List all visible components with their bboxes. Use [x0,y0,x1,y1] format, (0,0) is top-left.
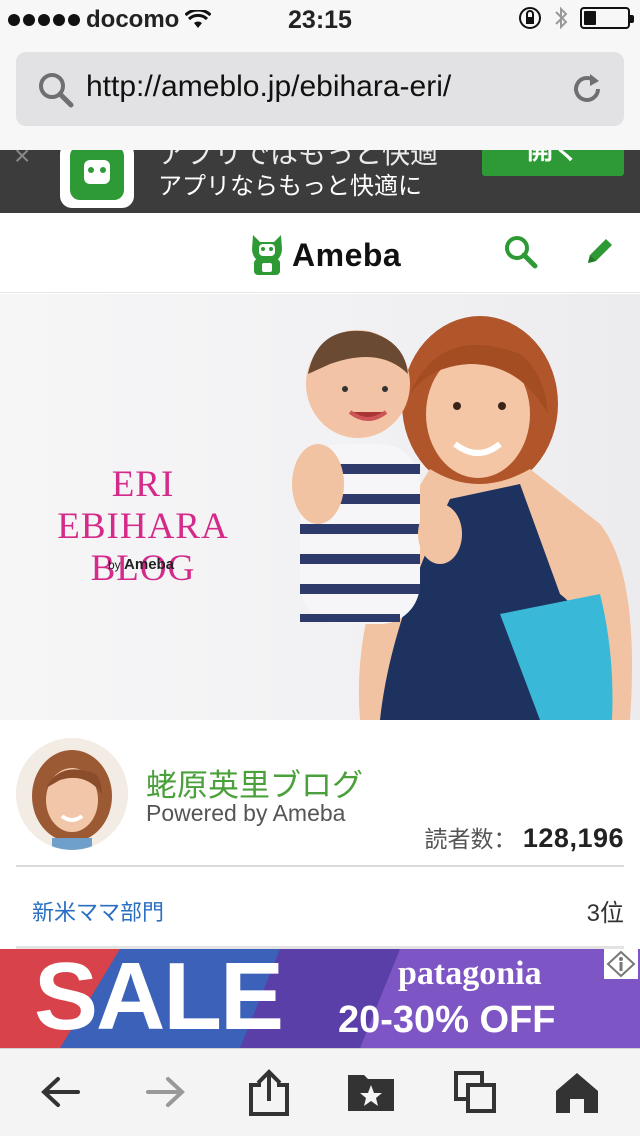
hero-byline: by Ameba [108,556,174,573]
bookmarks-icon[interactable] [346,1069,396,1115]
avatar[interactable] [16,738,128,850]
search-icon [39,73,74,108]
open-app-button[interactable]: 開く [482,150,624,176]
ranking-row[interactable]: 新米ママ部門 3位 [0,867,640,947]
app-banner-subtext: アプリならもっと快適に [158,173,422,200]
advertisement-banner[interactable]: SALE patagonia 20-30% OFF [0,949,640,1048]
hero-title-line1: ERI EBIHARA [57,464,229,547]
battery-icon [580,7,634,29]
blog-header-image: ERI EBIHARA BLOG by Ameba [0,294,640,720]
powered-by-text: Powered by Ameba [146,800,346,826]
ad-sale-text: SALE [34,949,284,1048]
address-bar[interactable]: http://ameblo.jp/ebihara-eri/ [16,52,624,126]
readers-value: 128,196 [522,823,624,853]
orientation-lock-icon [519,7,541,29]
hero-by-prefix: by [108,558,121,572]
site-header: Ameba [0,213,640,293]
forward-icon[interactable] [142,1069,188,1115]
ad-info-icon[interactable] [604,949,638,979]
share-icon[interactable] [246,1069,292,1117]
search-icon[interactable] [504,235,538,269]
close-icon[interactable]: × [14,150,30,172]
tabs-icon[interactable] [452,1069,498,1115]
bluetooth-icon [555,6,568,30]
app-icon [60,150,134,208]
home-icon[interactable] [554,1069,600,1115]
blog-profile: 蛯原英里ブログ Powered by Ameba 読者数： 128,196 [0,720,640,866]
ad-discount: 20-30% OFF [338,999,556,1041]
back-icon[interactable] [38,1069,84,1115]
status-bar: docomo 23:15 [0,0,640,40]
hero-by-brand: Ameba [124,556,175,573]
browser-address-area: http://ameblo.jp/ebihara-eri/ [0,40,640,150]
status-icons [518,6,634,30]
ameba-bear-icon [252,235,282,275]
ranking-category-link[interactable]: 新米ママ部門 [32,895,164,927]
reload-icon[interactable] [570,72,604,106]
ameba-logo[interactable]: Ameba [248,233,401,277]
ad-brand: patagonia [398,955,542,992]
url-text[interactable]: http://ameblo.jp/ebihara-eri/ [86,70,451,104]
pencil-icon[interactable] [584,235,616,267]
app-install-banner: × アプリではもっと快適 アプリならもっと快適に 開く [0,150,640,213]
blog-title-link[interactable]: 蛯原英里ブログ [146,760,363,805]
ranking-position: 3位 [586,900,624,927]
browser-toolbar [0,1048,640,1136]
readers-label: 読者数： [424,826,517,852]
logo-text: Ameba [292,236,402,273]
reader-count: 読者数： 128,196 [425,820,625,854]
